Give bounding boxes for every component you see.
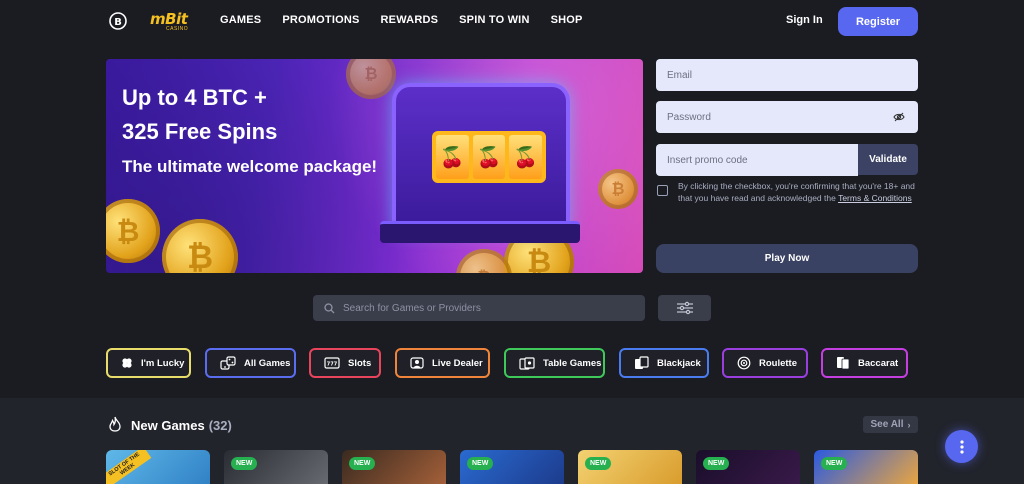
chevron-right-icon: › xyxy=(907,419,911,430)
search-bar[interactable] xyxy=(313,295,645,321)
new-games-count: (32) xyxy=(208,418,232,433)
table-icon xyxy=(519,356,535,370)
ribbon-label: SLOT OF THE WEEK xyxy=(107,451,141,478)
baccarat-icon xyxy=(837,357,850,370)
bitcoin-coin-image xyxy=(456,249,512,273)
password-field[interactable] xyxy=(656,101,918,133)
clover-icon xyxy=(122,358,132,368)
main-nav: GAMES PROMOTIONS REWARDS SPIN TO WIN SHO… xyxy=(220,14,583,26)
logo-badge-icon[interactable]: B xyxy=(108,11,128,31)
category-roulette[interactable]: Roulette xyxy=(722,348,808,378)
banner-subline: The ultimate welcome package! xyxy=(122,157,378,176)
terms-link[interactable]: Terms & Conditions xyxy=(838,193,912,203)
cherry-icon: 🍒 xyxy=(436,135,469,179)
category-label: Slots xyxy=(348,357,372,369)
nav-spin-to-win[interactable]: SPIN TO WIN xyxy=(459,14,529,26)
new-games-title: New Games (32) xyxy=(131,418,232,433)
slot-reels: 🍒 🍒 🍒 xyxy=(432,131,546,183)
category-label: Baccarat xyxy=(858,357,899,369)
bitcoin-coin-image xyxy=(162,219,238,273)
nav-promotions[interactable]: PROMOTIONS xyxy=(282,14,359,26)
see-all-button[interactable]: See All › xyxy=(863,416,918,433)
validate-button[interactable]: Validate xyxy=(858,144,918,175)
sign-in-link[interactable]: Sign In xyxy=(786,14,823,26)
flame-icon xyxy=(109,416,121,432)
category-table-games[interactable]: Table Games xyxy=(504,348,605,378)
top-header: B mBit CASINO GAMES PROMOTIONS REWARDS S… xyxy=(0,0,1024,42)
slot-machine-base xyxy=(380,221,580,243)
cherry-icon: 🍒 xyxy=(509,135,543,179)
svg-text:777: 777 xyxy=(327,362,338,368)
dealer-icon xyxy=(410,357,424,369)
new-badge: NEW xyxy=(703,457,730,470)
play-now-button[interactable]: Play Now xyxy=(656,244,918,273)
svg-text:B: B xyxy=(114,17,122,28)
category-baccarat[interactable]: Baccarat xyxy=(821,348,908,378)
banner-headline-line-2: 325 Free Spins xyxy=(122,119,278,144)
category-label: All Games xyxy=(244,357,291,369)
new-badge: NEW xyxy=(821,457,848,470)
slot-machine-image: 🍒 🍒 🍒 xyxy=(380,83,580,243)
roulette-icon xyxy=(737,356,751,370)
nav-games[interactable]: GAMES xyxy=(220,14,261,26)
bitcoin-coin-image xyxy=(106,199,160,263)
consent-checkbox[interactable] xyxy=(657,185,668,196)
new-badge: NEW xyxy=(231,457,258,470)
search-input[interactable] xyxy=(343,302,623,314)
game-card[interactable]: NEW xyxy=(342,450,446,484)
game-card[interactable]: NEW xyxy=(224,450,328,484)
vertical-dots-icon xyxy=(959,439,964,454)
category-label: Table Games xyxy=(543,357,602,369)
game-card[interactable]: NEW xyxy=(578,450,682,484)
game-card[interactable]: NEW xyxy=(460,450,564,484)
new-games-title-text: New Games xyxy=(131,418,205,433)
search-icon xyxy=(324,302,335,313)
see-all-label: See All xyxy=(870,419,904,430)
consent-text: By clicking the checkbox, you're confirm… xyxy=(678,180,918,204)
register-button[interactable]: Register xyxy=(838,7,918,36)
more-options-button[interactable] xyxy=(945,430,978,463)
cherry-icon: 🍒 xyxy=(472,135,506,179)
category-all-games[interactable]: All Games xyxy=(205,348,296,378)
brand-logo-sub: CASINO xyxy=(166,26,189,32)
new-badge: NEW xyxy=(467,457,494,470)
game-card[interactable]: SLOT OF THE WEEK xyxy=(106,450,210,484)
slot-of-the-week-ribbon: SLOT OF THE WEEK xyxy=(106,450,152,484)
bitcoin-coin-image xyxy=(598,169,638,209)
nav-rewards[interactable]: REWARDS xyxy=(381,14,439,26)
welcome-banner[interactable]: 🍒 🍒 🍒 Up to 4 BTC + 325 Free Spins The u… xyxy=(106,59,643,273)
bitcoin-coin-image xyxy=(346,59,396,99)
category-im-lucky[interactable]: I'm Lucky xyxy=(106,348,191,378)
category-live-dealer[interactable]: Live Dealer xyxy=(395,348,490,378)
category-label: I'm Lucky xyxy=(141,357,185,369)
promo-code-field[interactable] xyxy=(656,144,858,176)
category-slots[interactable]: 777 Slots xyxy=(309,348,381,378)
new-badge: NEW xyxy=(349,457,376,470)
category-label: Roulette xyxy=(759,357,797,369)
slot-machine-body: 🍒 🍒 🍒 xyxy=(392,83,570,233)
game-card[interactable]: NEW xyxy=(814,450,918,484)
sliders-icon xyxy=(676,301,693,315)
dice-icon xyxy=(220,356,236,370)
email-field[interactable] xyxy=(656,59,918,91)
category-label: Live Dealer xyxy=(432,357,483,369)
category-blackjack[interactable]: Blackjack xyxy=(619,348,709,378)
slot-icon: 777 xyxy=(324,357,340,369)
eye-slash-icon[interactable] xyxy=(893,111,905,123)
banner-headline: Up to 4 BTC + 325 Free Spins xyxy=(122,81,277,149)
game-card[interactable]: NEW xyxy=(696,450,800,484)
banner-headline-line-1: Up to 4 BTC + xyxy=(122,85,267,110)
filter-button[interactable] xyxy=(658,295,711,321)
nav-shop[interactable]: SHOP xyxy=(551,14,583,26)
category-label: Blackjack xyxy=(657,357,701,369)
new-badge: NEW xyxy=(585,457,612,470)
cards-icon xyxy=(635,356,649,369)
